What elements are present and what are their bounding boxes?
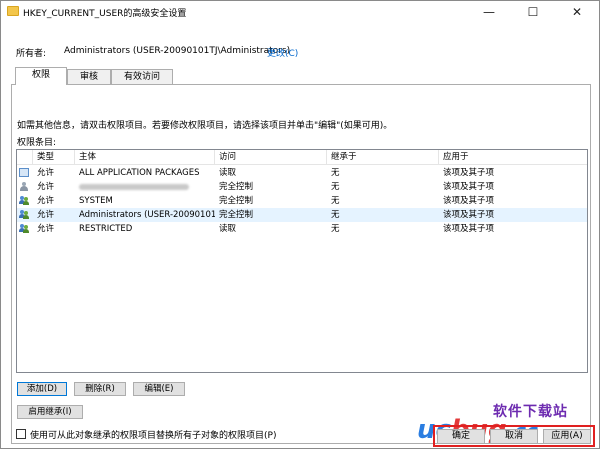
cell-applies: 该项及其子项 — [443, 196, 495, 206]
cell-applies: 该项及其子项 — [443, 182, 495, 192]
tab-permissions[interactable]: 权限 — [15, 67, 67, 85]
cell-access: 完全控制 — [219, 182, 254, 192]
column-header-principal[interactable]: 主体 — [75, 150, 215, 165]
list-header: 类型 主体 访问 继承于 应用于 — [17, 150, 587, 165]
column-header-icon[interactable] — [17, 150, 33, 165]
change-owner-link[interactable]: 更改(C) — [267, 46, 298, 59]
maximize-button[interactable]: ☐ — [511, 1, 555, 23]
cell-principal: Administrators (USER-20090101... — [79, 210, 215, 220]
users-icon — [19, 224, 29, 233]
window-title: HKEY_CURRENT_USER的高级安全设置 — [23, 9, 187, 19]
users-icon — [19, 210, 29, 219]
replace-child-permissions-checkbox[interactable] — [16, 429, 26, 439]
permission-entries-label: 权限条目: — [17, 138, 57, 148]
cell-inherited: 无 — [331, 210, 340, 220]
cell-access: 读取 — [219, 224, 237, 234]
cell-type: 允许 — [37, 168, 55, 178]
edit-button[interactable]: 编辑(E) — [133, 382, 185, 396]
owner-label: 所有者: — [16, 49, 47, 59]
table-row[interactable]: 允许 ALL APPLICATION PACKAGES 读取 无 该项及其子项 — [17, 166, 587, 180]
cell-type: 允许 — [37, 182, 55, 192]
cell-principal: SYSTEM — [79, 196, 113, 206]
owner-value: Administrators (USER-20090101TJ\Administ… — [64, 46, 291, 56]
user-icon — [19, 182, 29, 191]
column-header-inherited[interactable]: 继承于 — [327, 150, 439, 165]
cell-applies: 该项及其子项 — [443, 224, 495, 234]
column-header-applies[interactable]: 应用于 — [439, 150, 587, 165]
folder-icon — [7, 6, 19, 16]
table-row[interactable]: 允许 RESTRICTED 读取 无 该项及其子项 — [17, 222, 587, 236]
users-icon — [19, 196, 29, 205]
cell-principal-redacted — [75, 180, 215, 194]
title-bar[interactable]: HKEY_CURRENT_USER的高级安全设置 — ☐ ✕ — [1, 1, 599, 23]
permission-entries-list[interactable]: 类型 主体 访问 继承于 应用于 允许 ALL APPLICATION PACK… — [16, 149, 588, 373]
add-button[interactable]: 添加(D) — [17, 382, 67, 396]
highlight-annotation-box — [433, 425, 595, 447]
remove-button[interactable]: 删除(R) — [74, 382, 126, 396]
table-row[interactable]: 允许 完全控制 无 该项及其子项 — [17, 180, 587, 194]
minimize-button[interactable]: — — [467, 1, 511, 23]
cell-inherited: 无 — [331, 168, 340, 178]
redacted-principal — [79, 184, 189, 190]
tab-auditing[interactable]: 审核 — [67, 69, 111, 84]
package-icon — [19, 168, 29, 177]
enable-inheritance-button[interactable]: 启用继承(I) — [17, 405, 83, 419]
column-header-type[interactable]: 类型 — [33, 150, 75, 165]
table-row[interactable]: 允许 SYSTEM 完全控制 无 该项及其子项 — [17, 194, 587, 208]
permissions-hint: 如需其他信息，请双击权限项目。若要修改权限项目，请选择该项目并单击"编辑"(如果… — [17, 121, 393, 131]
table-row-selected[interactable]: 允许 Administrators (USER-20090101... 完全控制… — [17, 208, 587, 222]
cell-inherited: 无 — [331, 224, 340, 234]
permissions-panel: 如需其他信息，请双击权限项目。若要修改权限项目，请选择该项目并单击"编辑"(如果… — [11, 84, 591, 444]
cell-applies: 该项及其子项 — [443, 210, 495, 220]
cell-inherited: 无 — [331, 182, 340, 192]
cell-access: 读取 — [219, 168, 237, 178]
tab-effective-access[interactable]: 有效访问 — [111, 69, 173, 84]
column-header-access[interactable]: 访问 — [215, 150, 327, 165]
dialog-client: 所有者: Administrators (USER-20090101TJ\Adm… — [1, 23, 599, 448]
cell-type: 允许 — [37, 196, 55, 206]
cell-type: 允许 — [37, 210, 55, 220]
security-settings-window: HKEY_CURRENT_USER的高级安全设置 — ☐ ✕ 所有者: Admi… — [0, 0, 600, 449]
close-button[interactable]: ✕ — [555, 1, 599, 23]
cell-access: 完全控制 — [219, 210, 254, 220]
cell-inherited: 无 — [331, 196, 340, 206]
cell-principal: RESTRICTED — [79, 224, 133, 234]
cell-type: 允许 — [37, 224, 55, 234]
cell-principal: ALL APPLICATION PACKAGES — [79, 168, 200, 178]
cell-access: 完全控制 — [219, 196, 254, 206]
replace-child-permissions-label: 使用可从此对象继承的权限项目替换所有子对象的权限项目(P) — [30, 431, 277, 441]
cell-applies: 该项及其子项 — [443, 168, 495, 178]
